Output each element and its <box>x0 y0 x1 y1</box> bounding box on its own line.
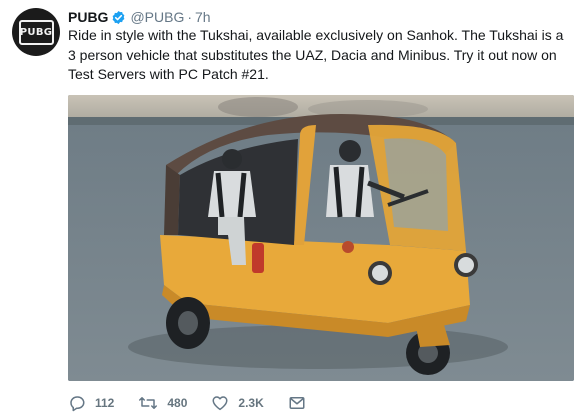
reply-icon <box>70 396 85 412</box>
avatar[interactable]: PUBG <box>12 8 60 56</box>
retweet-button[interactable]: 480 <box>138 394 187 412</box>
tukshai-vehicle-image <box>68 95 574 381</box>
heart-icon <box>212 396 228 411</box>
reply-button[interactable]: 112 <box>68 394 114 412</box>
avatar-text: PUBG <box>19 26 53 38</box>
tweet-header: PUBG @PUBG · 7h <box>68 7 211 27</box>
envelope-icon <box>289 397 305 409</box>
like-button[interactable]: 2.3K <box>211 394 264 412</box>
pubg-logo: PUBG <box>18 19 54 45</box>
separator-dot: · <box>187 9 193 25</box>
author-name[interactable]: PUBG <box>68 9 108 25</box>
author-handle[interactable]: @PUBG <box>130 9 184 25</box>
tweet-media-image[interactable] <box>68 95 574 381</box>
tweet-timestamp[interactable]: 7h <box>195 9 211 25</box>
retweet-icon <box>139 397 158 409</box>
tweet-actions: 112 480 2.3K <box>68 392 339 414</box>
retweet-count: 480 <box>167 396 188 410</box>
like-count: 2.3K <box>238 396 264 410</box>
tweet-text: Ride in style with the Tukshai, availabl… <box>68 27 564 82</box>
reply-count: 112 <box>95 396 115 410</box>
verified-badge-icon <box>111 10 126 25</box>
direct-message-button[interactable] <box>288 394 315 412</box>
